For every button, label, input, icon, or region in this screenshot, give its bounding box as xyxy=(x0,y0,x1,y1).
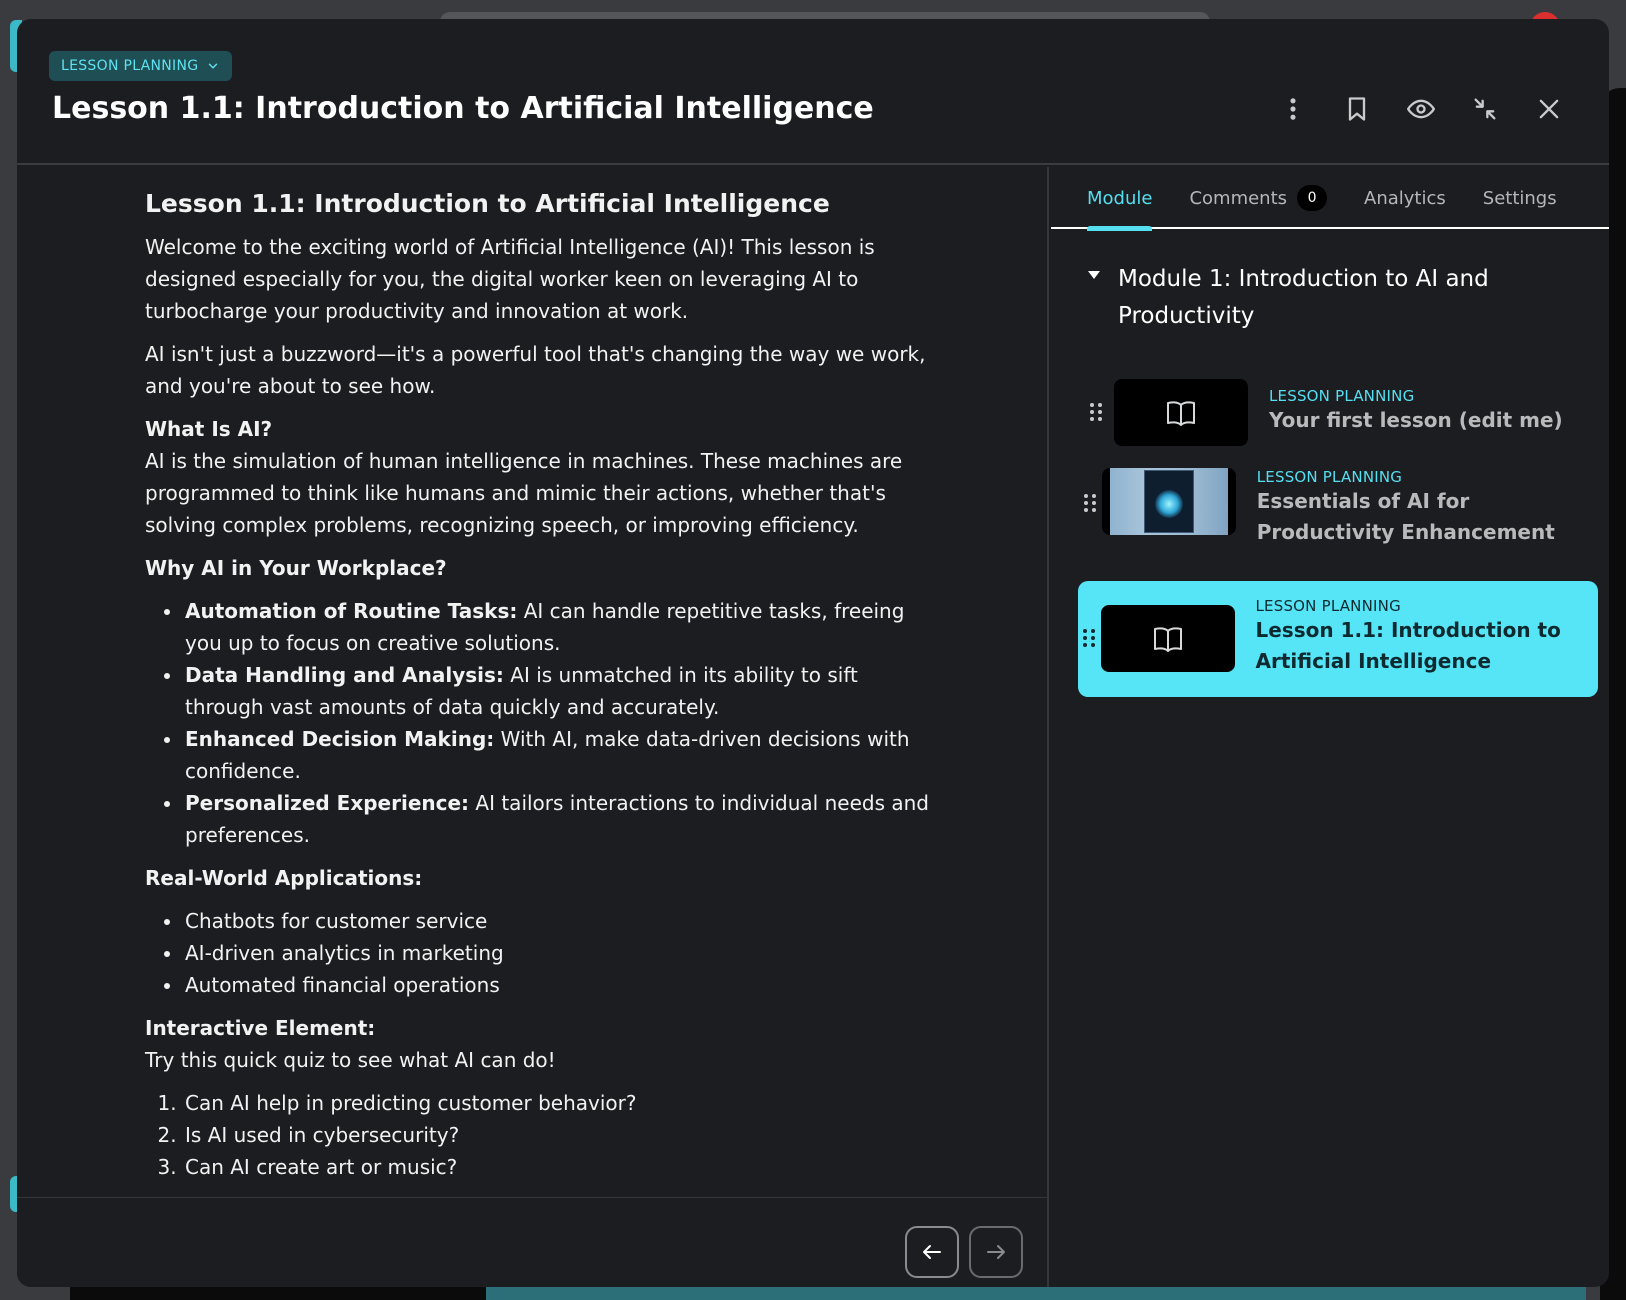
previous-lesson-button[interactable] xyxy=(905,1226,959,1278)
lesson-title: Lesson 1.1: Introduction to Artificial I… xyxy=(1255,618,1561,673)
chevron-down-icon xyxy=(209,63,218,69)
drag-handle[interactable] xyxy=(1078,468,1102,514)
drag-handle[interactable] xyxy=(1078,379,1114,423)
article-intro-2: AI isn't just a buzzword—it's a powerful… xyxy=(145,342,926,398)
tab-label: Settings xyxy=(1482,187,1557,209)
lesson-modal: LESSON PLANNING Lesson 1.1: Introduction… xyxy=(17,19,1609,1287)
more-vertical-icon xyxy=(1290,98,1296,120)
list-item-term: Data Handling and Analysis: xyxy=(185,663,504,687)
page-title: Lesson 1.1: Introduction to Artificial I… xyxy=(52,91,874,126)
tab-comments[interactable]: Comments 0 xyxy=(1189,167,1328,229)
lesson-list-item[interactable]: LESSON PLANNING Your first lesson (edit … xyxy=(1078,379,1598,446)
section-body: AI is the simulation of human intelligen… xyxy=(145,449,903,537)
bookmark-button[interactable] xyxy=(1341,93,1373,125)
list-item: AI-driven analytics in marketing xyxy=(183,937,935,969)
section-heading: What Is AI? xyxy=(145,417,273,441)
lesson-type-label: LESSON PLANNING xyxy=(1256,468,1403,486)
section-body: Try this quick quiz to see what AI can d… xyxy=(145,1048,556,1072)
next-lesson-button[interactable] xyxy=(969,1226,1023,1278)
lesson-type-label: LESSON PLANNING xyxy=(1255,597,1401,615)
lesson-list-item-selected[interactable]: LESSON PLANNING Lesson 1.1: Introduction… xyxy=(1078,581,1598,697)
article-title: Lesson 1.1: Introduction to Artificial I… xyxy=(145,189,830,218)
eye-icon xyxy=(1407,99,1435,119)
lesson-thumbnail xyxy=(1114,379,1248,446)
tab-settings[interactable]: Settings xyxy=(1483,167,1557,229)
arrow-left-icon xyxy=(923,1245,941,1259)
list-item: Is AI used in cybersecurity? xyxy=(183,1119,935,1151)
section-heading: Why AI in Your Workplace? xyxy=(145,556,447,580)
lesson-type-label: LESSON PLANNING xyxy=(1269,387,1415,405)
book-icon xyxy=(1153,626,1182,652)
comment-count-badge: 0 xyxy=(1297,185,1328,211)
tab-label: Module xyxy=(1087,187,1153,209)
list-item: Data Handling and Analysis: AI is unmatc… xyxy=(183,659,935,723)
list-item: Personalized Experience: AI tailors inte… xyxy=(183,787,935,851)
collapse-toggle[interactable] xyxy=(1087,261,1118,335)
section-heading: Interactive Element: xyxy=(145,1016,376,1040)
bookmark-icon xyxy=(1348,97,1366,121)
tab-label: Analytics xyxy=(1364,187,1446,209)
lesson-type-dropdown[interactable]: LESSON PLANNING xyxy=(49,51,233,81)
list-item: Automated financial operations xyxy=(183,969,935,1001)
list-item-term: Enhanced Decision Making: xyxy=(185,727,495,751)
quiz-list: Can AI help in predicting customer behav… xyxy=(183,1087,935,1183)
sidebar-tabs: Module Comments 0 Analytics Settings xyxy=(1051,167,1609,231)
badge-label: LESSON PLANNING xyxy=(61,58,199,74)
tab-analytics[interactable]: Analytics xyxy=(1364,167,1446,229)
lesson-content: Lesson 1.1: Introduction to Artificial I… xyxy=(17,167,1049,1287)
header-actions xyxy=(1277,93,1565,125)
list-item-term: Personalized Experience: xyxy=(185,791,470,815)
module-sidebar: Module Comments 0 Analytics Settings Modu… xyxy=(1051,167,1609,1287)
list-item: Automation of Routine Tasks: AI can hand… xyxy=(183,595,935,659)
list-item-term: Automation of Routine Tasks: xyxy=(185,599,518,623)
modal-header: LESSON PLANNING Lesson 1.1: Introduction… xyxy=(17,19,1609,165)
brain-graphic xyxy=(1154,490,1183,518)
drag-handle-icon xyxy=(1083,629,1096,647)
preview-button[interactable] xyxy=(1405,93,1437,125)
lesson-title: Essentials of AI for Productivity Enhanc… xyxy=(1256,489,1555,544)
content-footer xyxy=(17,1197,1047,1287)
list-item: Enhanced Decision Making: With AI, make … xyxy=(183,723,935,787)
lesson-thumbnail xyxy=(1100,605,1235,672)
minimize-icon xyxy=(1474,98,1496,120)
minimize-button[interactable] xyxy=(1469,93,1501,125)
benefits-list: Automation of Routine Tasks: AI can hand… xyxy=(183,595,935,851)
book-icon xyxy=(1167,400,1195,426)
close-icon xyxy=(1539,99,1559,119)
lesson-thumbnail xyxy=(1101,468,1236,535)
section-heading: Real-World Applications: xyxy=(145,866,423,890)
caret-down-icon xyxy=(1088,271,1100,279)
article-intro: Welcome to the exciting world of Artific… xyxy=(145,235,875,323)
tab-module[interactable]: Module xyxy=(1087,167,1153,231)
list-item: Chatbots for customer service xyxy=(183,905,935,937)
lesson-list-item[interactable]: LESSON PLANNING Essentials of AI for Pro… xyxy=(1078,468,1598,566)
drag-handle[interactable] xyxy=(1078,605,1101,649)
list-item: Can AI help in predicting customer behav… xyxy=(183,1087,935,1119)
close-button[interactable] xyxy=(1533,93,1565,125)
tab-label: Comments xyxy=(1189,187,1288,209)
lesson-title: Your first lesson (edit me) xyxy=(1269,408,1563,432)
lesson-article: Lesson 1.1: Introduction to Artificial I… xyxy=(145,187,935,1183)
applications-list: Chatbots for customer service AI-driven … xyxy=(183,905,935,1001)
list-item: Can AI create art or music? xyxy=(183,1151,935,1183)
more-options-button[interactable] xyxy=(1277,93,1309,125)
drag-handle-icon xyxy=(1083,494,1096,512)
arrow-right-icon xyxy=(987,1245,1005,1259)
drag-handle-icon xyxy=(1090,403,1102,421)
module-header[interactable]: Module 1: Introduction to AI and Product… xyxy=(1087,261,1587,335)
module-title: Module 1: Introduction to AI and Product… xyxy=(1118,266,1489,329)
